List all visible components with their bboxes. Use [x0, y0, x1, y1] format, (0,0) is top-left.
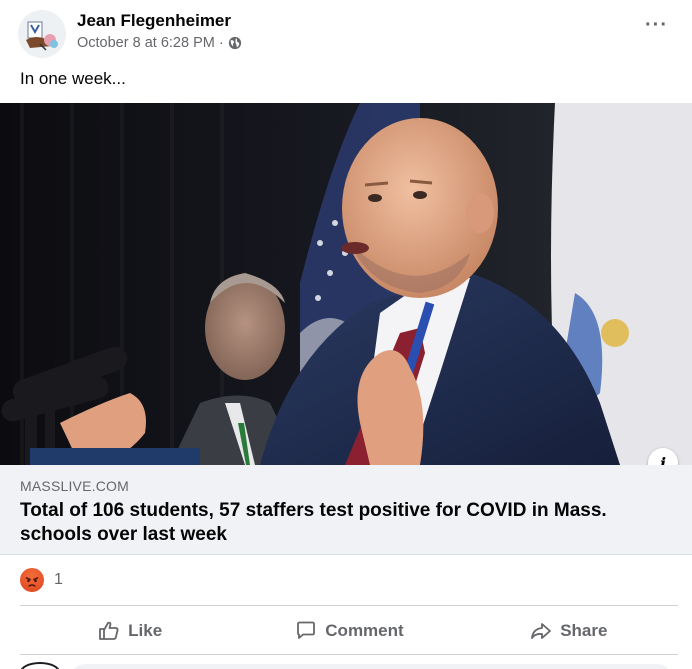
more-options-icon[interactable]: ···: [645, 15, 668, 35]
reactions-summary[interactable]: 1: [20, 567, 63, 593]
post-actions: Like Comment Share: [20, 609, 678, 653]
link-title[interactable]: Total of 106 students, 57 staffers test …: [20, 499, 660, 547]
post-text: In one week...: [20, 69, 126, 88]
facebook-post: Jean Flegenheimer October 8 at 6:28 PM ·…: [0, 0, 692, 669]
meta-separator: ·: [218, 35, 224, 51]
comment-input[interactable]: [70, 664, 672, 669]
divider: [20, 654, 678, 655]
press-conference-photo: [0, 103, 692, 465]
comment-label: Comment: [325, 621, 404, 640]
divider: [20, 605, 678, 606]
thumbs-up-icon: [99, 621, 119, 640]
share-icon: [531, 623, 552, 639]
share-label: Share: [560, 621, 608, 640]
globe-icon[interactable]: [228, 36, 242, 50]
reaction-count: 1: [54, 571, 63, 588]
post-meta: October 8 at 6:28 PM ·: [77, 35, 242, 51]
author-avatar[interactable]: [18, 10, 66, 58]
link-preview-image[interactable]: [0, 103, 692, 465]
link-preview-footer[interactable]: MASSLIVE.COM Total of 106 students, 57 s…: [0, 465, 692, 555]
link-domain: MASSLIVE.COM: [20, 478, 129, 494]
share-button[interactable]: Share: [459, 609, 678, 653]
commenter-avatar[interactable]: [20, 662, 60, 669]
angry-reaction-icon: [20, 568, 44, 592]
comment-icon: [297, 621, 316, 639]
avatar-illustration: [18, 10, 66, 58]
like-label: Like: [128, 621, 163, 640]
post-timestamp[interactable]: October 8 at 6:28 PM: [77, 35, 215, 51]
comment-button[interactable]: Comment: [239, 609, 458, 653]
author-name[interactable]: Jean Flegenheimer: [77, 11, 231, 31]
like-button[interactable]: Like: [20, 609, 239, 653]
